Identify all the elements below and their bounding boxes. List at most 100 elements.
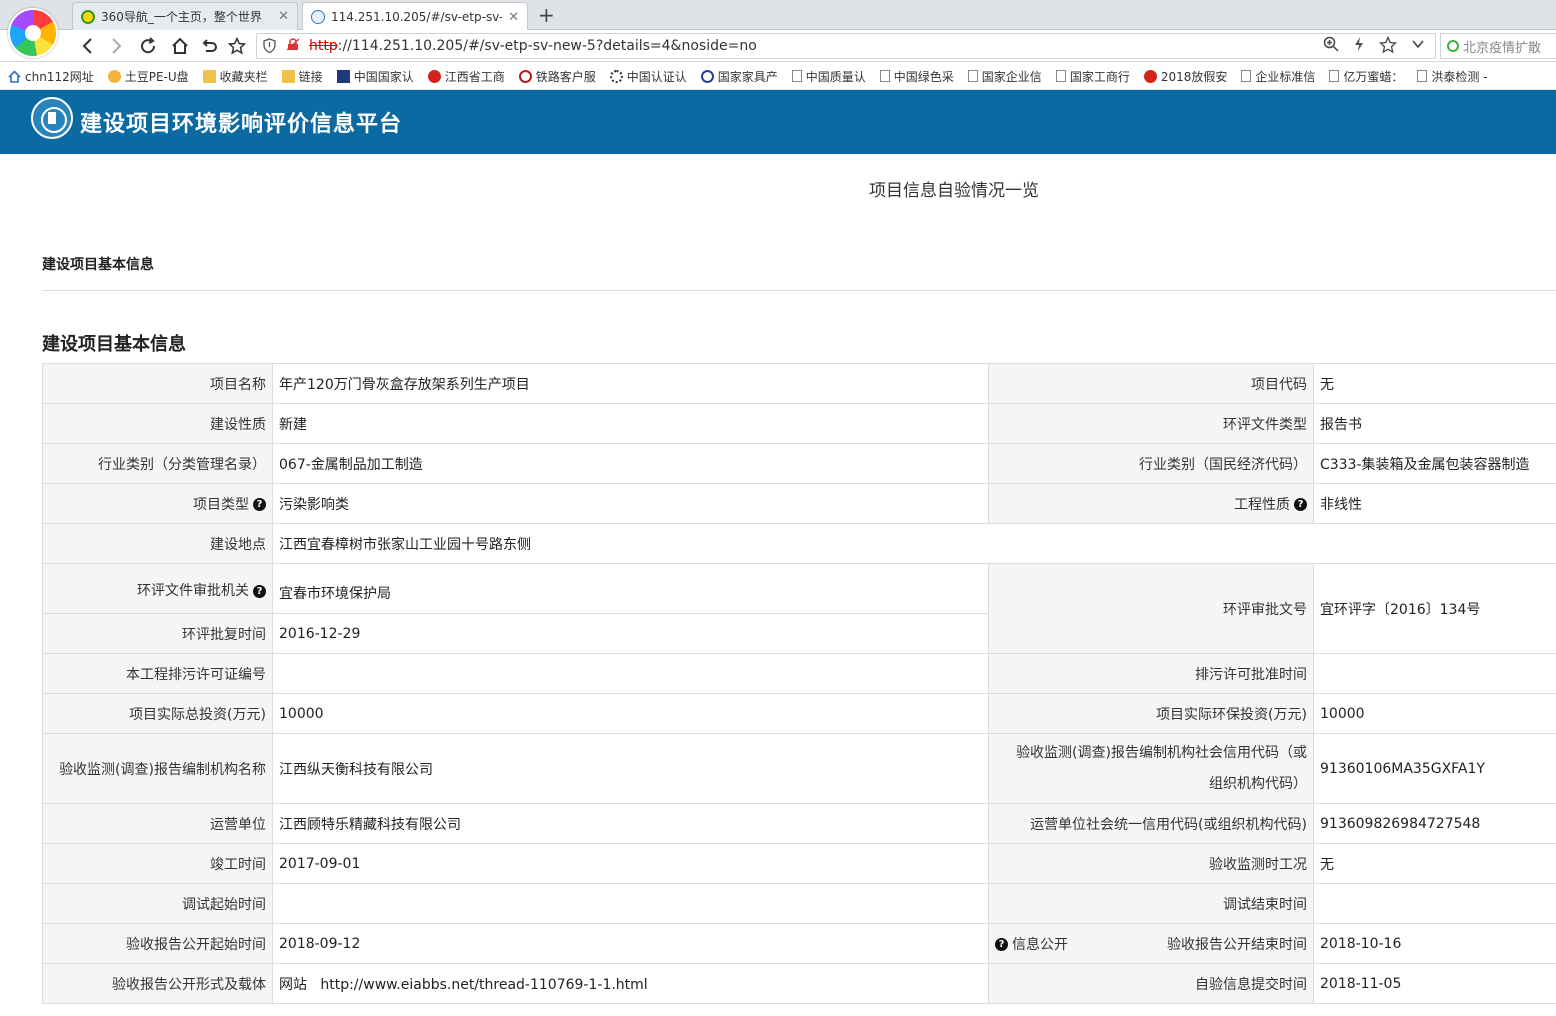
- gear-icon: [609, 69, 623, 83]
- bookmark-item[interactable]: 洪泰检测 -: [1417, 68, 1488, 85]
- bookmark-item[interactable]: 中国国家认: [336, 68, 414, 85]
- section-divider: [42, 290, 1556, 291]
- bookmark-label: chn112网址: [25, 69, 94, 84]
- close-icon[interactable]: ✕: [278, 9, 289, 24]
- page-title: 项目信息自验情况一览: [869, 181, 1039, 201]
- project-code-value: 无: [1313, 363, 1556, 404]
- bookmark-label: 江西省工商: [444, 69, 505, 84]
- info-public-link[interactable]: ? 信息公开: [995, 934, 1068, 954]
- report-org-code-label-line2: 组织机构代码）: [1209, 775, 1307, 792]
- address-bar[interactable]: http://114.251.10.205/#/sv-etp-sv-new-5?…: [256, 33, 1436, 59]
- tab-360-navigation[interactable]: 360导航_一个主页，整个世界 ✕: [72, 2, 298, 30]
- bookmark-item[interactable]: 铁路客户服: [518, 68, 596, 85]
- permit-no-label: 本工程排污许可证编号: [42, 653, 273, 694]
- bookmark-item[interactable]: 土豆PE-U盘: [107, 68, 189, 85]
- insecure-lock-icon[interactable]: [286, 38, 300, 54]
- bookmark-item[interactable]: 国家企业信: [967, 68, 1042, 85]
- search-engine-icon: [1447, 40, 1459, 52]
- bookmark-item[interactable]: 中国绿色采: [879, 68, 954, 85]
- site-icon: [336, 69, 350, 83]
- page-icon: [1329, 70, 1340, 82]
- self-check-submit-value: 2018-11-05: [1313, 963, 1556, 1004]
- zoom-icon[interactable]: [1323, 36, 1339, 58]
- completion-date-value: 2017-09-01: [272, 843, 989, 884]
- bookmark-item[interactable]: 亿万蜜蜡：: [1329, 68, 1403, 85]
- bookmark-folder[interactable]: 收藏夹栏: [202, 68, 268, 85]
- tab-eia-platform[interactable]: 114.251.10.205/#/sv-etp-sv-ne ✕: [302, 2, 528, 31]
- close-icon[interactable]: ✕: [508, 10, 519, 25]
- env-investment-label: 项目实际环保投资(万元): [988, 693, 1314, 734]
- bookmark-item[interactable]: 江西省工商: [427, 68, 505, 85]
- info-public-label: 信息公开: [1012, 936, 1068, 953]
- bookmark-item[interactable]: 中国质量认: [791, 68, 866, 85]
- help-icon[interactable]: ?: [253, 584, 266, 598]
- mee-emblem-icon: [31, 97, 73, 139]
- tab-title: 360导航_一个主页，整个世界: [101, 10, 262, 24]
- location-label: 建设地点: [42, 523, 273, 564]
- lightning-icon[interactable]: [1353, 36, 1365, 58]
- bookmark-star-icon[interactable]: [1378, 35, 1398, 58]
- bookmark-label: 国家家具产: [717, 69, 778, 84]
- table-row: 验收报告公开形式及载体 网站 http://www.eiabbs.net/thr…: [42, 963, 1556, 1004]
- search-input[interactable]: 北京疫情扩散: [1440, 33, 1556, 59]
- engineering-nature-label: 工程性质: [1234, 496, 1290, 513]
- back-button[interactable]: [76, 34, 100, 58]
- refresh-button[interactable]: [136, 34, 160, 58]
- rail-icon: [518, 69, 532, 83]
- approval-authority-value: 宜春市环境保护局: [272, 563, 989, 614]
- bookmark-label: 洪泰检测 -: [1431, 69, 1488, 84]
- help-icon[interactable]: ?: [1294, 498, 1307, 511]
- report-public-end-label: 验收报告公开结束时间: [1167, 936, 1307, 953]
- bookmark-item[interactable]: 企业标准信: [1241, 68, 1315, 85]
- chevron-down-icon[interactable]: [1411, 36, 1425, 58]
- debug-start-label: 调试起始时间: [42, 883, 273, 924]
- section-title-small: 建设项目基本信息: [42, 257, 154, 273]
- url-protocol: http: [309, 38, 338, 54]
- tab-title: 114.251.10.205/#/sv-etp-sv-ne: [331, 10, 503, 24]
- engineering-nature-value: 非线性: [1313, 483, 1556, 524]
- help-icon[interactable]: ?: [253, 498, 266, 511]
- bookmark-folder[interactable]: 链接: [281, 68, 323, 85]
- engineering-nature-label-cell: 工程性质?: [988, 483, 1314, 524]
- navigation-bar: http://114.251.10.205/#/sv-etp-sv-new-5?…: [0, 30, 1556, 62]
- table-row: 项目名称 年产120万门骨灰盒存放架系列生产项目 项目代码 无: [42, 363, 1556, 404]
- site-header: 建设项目环境影响评价信息平台: [0, 90, 1556, 154]
- report-org-label: 验收监测(调查)报告编制机构名称: [42, 733, 273, 804]
- shield-icon[interactable]: [263, 38, 277, 54]
- monitoring-condition-value: 无: [1313, 843, 1556, 884]
- project-name-label: 项目名称: [42, 363, 273, 404]
- home-button[interactable]: [168, 34, 192, 58]
- permit-date-label: 排污许可批准时间: [988, 653, 1314, 694]
- table-row: 运营单位 江西顾特乐精藏科技有限公司 运营单位社会统一信用代码(或组织机构代码)…: [42, 803, 1556, 844]
- industry-econ-value: C333-集装箱及金属包装容器制造: [1313, 443, 1556, 484]
- report-org-code-label-cell: 验收监测(调查)报告编制机构社会信用代码（或 组织机构代码）: [988, 733, 1314, 804]
- undo-close-button[interactable]: [197, 34, 221, 58]
- 360-browser-logo-icon[interactable]: [8, 8, 58, 58]
- emblem-icon: [1143, 69, 1157, 83]
- approval-doc-no-value: 宜环评字〔2016〕134号: [1313, 563, 1556, 654]
- forward-button[interactable]: [104, 34, 128, 58]
- bookmark-item[interactable]: 国家家具产: [700, 68, 778, 85]
- table-row: 调试起始时间 调试结束时间: [42, 883, 1556, 924]
- favorite-star-button[interactable]: [225, 34, 249, 58]
- report-public-form-value[interactable]: 网站 http://www.eiabbs.net/thread-110769-1…: [272, 963, 989, 1004]
- operator-label: 运营单位: [42, 803, 273, 844]
- new-tab-button[interactable]: +: [538, 3, 555, 27]
- page-icon: [967, 70, 978, 82]
- bookmark-label: 铁路客户服: [535, 69, 596, 84]
- bookmark-item[interactable]: 国家工商行: [1055, 68, 1130, 85]
- construction-nature-value: 新建: [272, 403, 989, 444]
- help-icon[interactable]: ?: [995, 938, 1008, 951]
- folder-icon: [202, 69, 216, 83]
- hand-icon: [107, 69, 121, 83]
- report-public-start-value: 2018-09-12: [272, 923, 989, 964]
- project-info-table: 项目名称 年产120万门骨灰盒存放架系列生产项目 项目代码 无 建设性质 新建 …: [42, 363, 1556, 1004]
- url-path: ://114.251.10.205/#/sv-etp-sv-new-5?deta…: [337, 38, 757, 54]
- bookmark-label: 2018放假安: [1160, 69, 1228, 84]
- bookmark-item[interactable]: 2018放假安: [1143, 68, 1228, 85]
- url-text[interactable]: http://114.251.10.205/#/sv-etp-sv-new-5?…: [309, 38, 757, 54]
- bookmark-item[interactable]: 中国认证认: [609, 68, 687, 85]
- approval-date-value: 2016-12-29: [272, 613, 989, 654]
- report-public-end-value: 2018-10-16: [1313, 923, 1556, 964]
- bookmark-item[interactable]: chn112网址: [8, 68, 94, 85]
